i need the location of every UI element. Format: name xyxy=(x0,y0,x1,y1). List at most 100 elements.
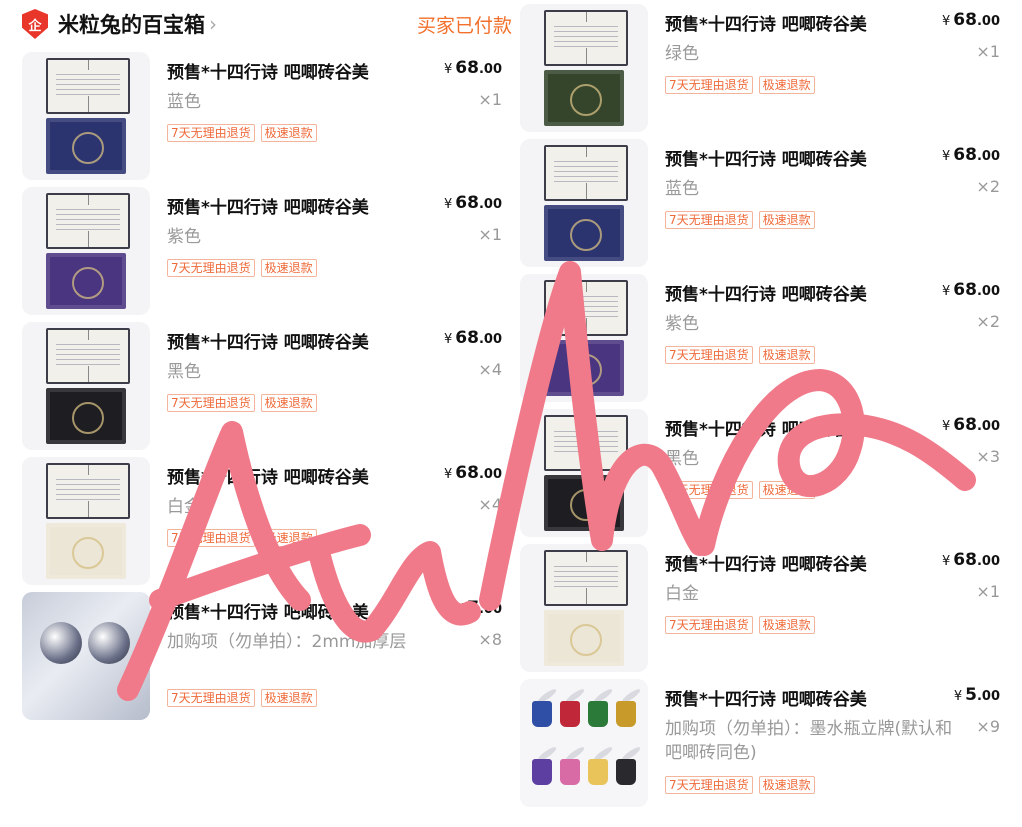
tag-fast-refund: 极速退款 xyxy=(260,529,317,547)
item-title[interactable]: 预售*十四行诗 吧唧砖谷美 xyxy=(665,280,867,305)
order-item[interactable]: 预售*十四行诗 吧唧砖谷美 ¥5.00 加购项（勿单拍）：墨水瓶立牌(默认和吧唧砖同… xyxy=(520,675,1010,810)
service-tags: 7天无理由退货 极速退款 xyxy=(665,481,815,499)
product-thumbnail[interactable] xyxy=(22,322,150,450)
order-item[interactable]: 预售*十四行诗 吧唧砖谷美 ¥68.00 白金 ×1 7天无理由退货 极速退款 xyxy=(520,540,1010,675)
item-price: ¥68.00 xyxy=(942,415,1000,435)
item-variant: 紫色 xyxy=(167,227,201,247)
product-thumbnail[interactable] xyxy=(22,592,150,720)
open-book-image xyxy=(544,415,628,471)
item-price: ¥68.00 xyxy=(444,463,502,483)
item-quantity: ×1 xyxy=(478,90,502,109)
open-book-image xyxy=(544,10,628,66)
chevron-right-icon[interactable]: › xyxy=(209,12,217,36)
order-item[interactable]: 预售*十四行诗 吧唧砖谷美 ¥68.00 蓝色 ×1 7天无理由退货 极速退款 xyxy=(22,48,512,183)
price-decimal: .00 xyxy=(478,197,502,212)
currency-symbol: ¥ xyxy=(444,467,453,482)
open-book-image xyxy=(46,58,130,114)
ink-bottle-image xyxy=(532,701,552,727)
tag-fast-refund: 极速退款 xyxy=(758,76,815,94)
price-decimal: .00 xyxy=(976,149,1000,164)
product-thumbnail[interactable] xyxy=(520,409,648,537)
item-quantity: ×4 xyxy=(478,495,502,514)
open-book-image xyxy=(544,550,628,606)
ink-bottle-image xyxy=(560,701,580,727)
price-integer: 68 xyxy=(953,550,977,570)
tag-7-day-return: 7天无理由退货 xyxy=(665,616,753,634)
item-title[interactable]: 预售*十四行诗 吧唧砖谷美 xyxy=(665,10,867,35)
open-book-image xyxy=(544,145,628,201)
price-integer: 68 xyxy=(953,145,977,165)
item-quantity: ×1 xyxy=(976,582,1000,601)
product-thumbnail[interactable] xyxy=(520,274,648,402)
book-cover-image xyxy=(544,70,624,126)
tag-fast-refund: 极速退款 xyxy=(758,481,815,499)
product-thumbnail[interactable] xyxy=(520,139,648,267)
item-variant: 绿色 xyxy=(665,44,699,64)
order-item[interactable]: 预售*十四行诗 吧唧砖谷美 ¥68.00 紫色 ×1 7天无理由退货 极速退款 xyxy=(22,183,512,318)
shop-header[interactable]: 企 米粒兔的百宝箱 › 买家已付款 xyxy=(22,0,512,48)
currency-symbol: ¥ xyxy=(942,419,951,434)
price-decimal: .00 xyxy=(478,62,502,77)
item-title[interactable]: 预售*十四行诗 吧唧砖谷美 xyxy=(167,193,369,218)
item-title[interactable]: 预售*十四行诗 吧唧砖谷美 xyxy=(167,58,369,83)
item-title[interactable]: 预售*十四行诗 吧唧砖谷美 xyxy=(665,685,867,710)
product-thumbnail[interactable] xyxy=(22,52,150,180)
ink-bottle-image xyxy=(588,701,608,727)
order-item[interactable]: 预售*十四行诗 吧唧砖谷美 ¥68.00 绿色 ×1 7天无理由退货 极速退款 xyxy=(520,0,1010,135)
item-title[interactable]: 预售*十四行诗 吧唧砖谷美 xyxy=(665,550,867,575)
item-title[interactable]: 预售*十四行诗 吧唧砖谷美 xyxy=(167,328,369,353)
tag-fast-refund: 极速退款 xyxy=(260,124,317,142)
order-item[interactable]: 预售*十四行诗 吧唧砖谷美 ¥7.00 加购项（勿单拍）：2mm加厚层 ×8 7天无理由… xyxy=(22,588,512,723)
currency-symbol: ¥ xyxy=(942,554,951,569)
ink-bottle-image xyxy=(616,759,636,785)
price-decimal: .00 xyxy=(976,689,1000,704)
item-title[interactable]: 预售*十四行诗 吧唧砖谷美 xyxy=(167,598,369,623)
price-decimal: .00 xyxy=(478,602,502,617)
order-item[interactable]: 预售*十四行诗 吧唧砖谷美 ¥68.00 蓝色 ×2 7天无理由退货 极速退款 xyxy=(520,135,1010,270)
item-quantity: ×4 xyxy=(478,360,502,379)
item-price: ¥68.00 xyxy=(942,550,1000,570)
service-tags: 7天无理由退货 极速退款 xyxy=(665,776,815,794)
service-tags: 7天无理由退货 极速退款 xyxy=(167,529,317,547)
disc-image xyxy=(40,622,82,664)
item-variant: 加购项（勿单拍）：2mm加厚层 xyxy=(167,632,407,652)
order-item[interactable]: 预售*十四行诗 吧唧砖谷美 ¥68.00 黑色 ×4 7天无理由退货 极速退款 xyxy=(22,318,512,453)
item-title[interactable]: 预售*十四行诗 吧唧砖谷美 xyxy=(665,415,867,440)
ink-bottle-image xyxy=(560,759,580,785)
price-decimal: .00 xyxy=(478,467,502,482)
book-cover-image xyxy=(46,388,126,444)
product-thumbnail[interactable] xyxy=(520,679,648,807)
order-item[interactable]: 预售*十四行诗 吧唧砖谷美 ¥68.00 白金 ×4 7天无理由退货 极速退款 xyxy=(22,453,512,588)
price-integer: 68 xyxy=(953,280,977,300)
item-price: ¥68.00 xyxy=(942,10,1000,30)
tag-7-day-return: 7天无理由退货 xyxy=(167,124,255,142)
product-thumbnail[interactable] xyxy=(520,544,648,672)
item-quantity: ×2 xyxy=(976,312,1000,331)
open-book-image xyxy=(46,328,130,384)
price-decimal: .00 xyxy=(976,419,1000,434)
order-item[interactable]: 预售*十四行诗 吧唧砖谷美 ¥68.00 黑色 ×3 7天无理由退货 极速退款 xyxy=(520,405,1010,540)
currency-symbol: ¥ xyxy=(942,284,951,299)
service-tags: 7天无理由退货 极速退款 xyxy=(167,394,317,412)
product-thumbnail[interactable] xyxy=(22,187,150,315)
tag-fast-refund: 极速退款 xyxy=(260,394,317,412)
currency-symbol: ¥ xyxy=(444,62,453,77)
item-quantity: ×3 xyxy=(976,447,1000,466)
item-quantity: ×1 xyxy=(976,42,1000,61)
service-tags: 7天无理由退货 极速退款 xyxy=(665,346,815,364)
price-integer: 7 xyxy=(467,598,479,618)
product-thumbnail[interactable] xyxy=(520,4,648,132)
left-column: 企 米粒兔的百宝箱 › 买家已付款 预售*十四行诗 吧唧砖谷美 ¥68.00 蓝色 ×… xyxy=(22,0,512,723)
product-thumbnail[interactable] xyxy=(22,457,150,585)
item-price: ¥68.00 xyxy=(444,193,502,213)
tag-fast-refund: 极速退款 xyxy=(260,259,317,277)
item-title[interactable]: 预售*十四行诗 吧唧砖谷美 xyxy=(167,463,369,488)
book-cover-image xyxy=(544,205,624,261)
order-item[interactable]: 预售*十四行诗 吧唧砖谷美 ¥68.00 紫色 ×2 7天无理由退货 极速退款 xyxy=(520,270,1010,405)
tag-fast-refund: 极速退款 xyxy=(260,689,317,707)
service-tags: 7天无理由退货 极速退款 xyxy=(665,76,815,94)
shop-name[interactable]: 米粒兔的百宝箱 xyxy=(58,9,205,39)
service-tags: 7天无理由退货 极速退款 xyxy=(167,689,317,707)
currency-symbol: ¥ xyxy=(942,149,951,164)
item-title[interactable]: 预售*十四行诗 吧唧砖谷美 xyxy=(665,145,867,170)
